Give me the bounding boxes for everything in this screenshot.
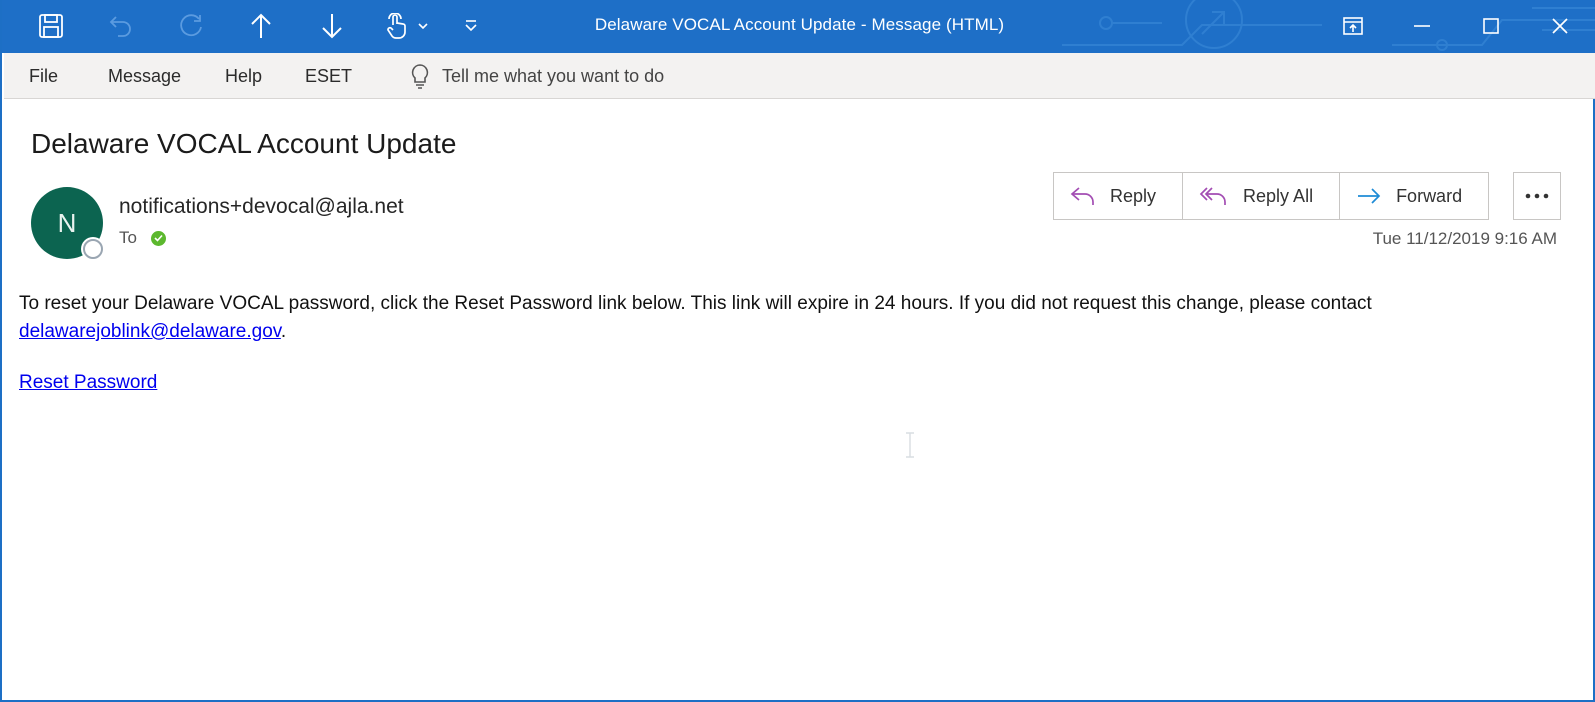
message-actions: Reply Reply All Forward — [1053, 172, 1490, 220]
more-actions-button[interactable] — [1513, 172, 1561, 220]
sender-address[interactable]: notifications+devocal@ajla.net — [119, 195, 404, 219]
menu-bar: File Message Help ESET Tell me what you … — [4, 53, 1595, 99]
ellipsis-icon — [1525, 193, 1549, 199]
menu-file[interactable]: File — [29, 66, 58, 87]
message-subject: Delaware VOCAL Account Update — [31, 128, 457, 159]
menu-help[interactable]: Help — [225, 66, 262, 87]
body-paragraph: To reset your Delaware VOCAL password, c… — [19, 293, 1372, 314]
maximize-icon[interactable] — [1471, 8, 1511, 44]
lightbulb-icon — [411, 64, 429, 89]
tell-me-search[interactable]: Tell me what you want to do — [410, 62, 664, 90]
avatar-initial: N — [57, 207, 77, 238]
reply-all-label: Reply All — [1243, 185, 1314, 206]
presence-status-icon — [83, 239, 103, 259]
forward-label: Forward — [1396, 185, 1463, 206]
forward-button[interactable]: Forward — [1340, 173, 1488, 219]
reply-label: Reply — [1110, 185, 1157, 206]
reset-password-link[interactable]: Reset Password — [19, 372, 157, 394]
contact-email-link[interactable]: delawarejoblink@delaware.gov — [19, 321, 281, 342]
received-date: Tue 11/12/2019 9:16 AM — [1372, 229, 1557, 248]
message-body: To reset your Delaware VOCAL password, c… — [19, 290, 1559, 346]
reply-all-icon — [1199, 187, 1226, 205]
verified-check-icon — [150, 230, 166, 246]
outlook-message-window: Delaware VOCAL Account Update - Message … — [0, 0, 1595, 702]
forward-icon — [1358, 188, 1381, 204]
to-label: To — [119, 228, 137, 247]
tell-me-placeholder: Tell me what you want to do — [442, 65, 665, 86]
close-icon[interactable] — [1540, 8, 1580, 44]
text-cursor-icon — [906, 432, 914, 458]
body-period: . — [280, 321, 287, 342]
menu-eset[interactable]: ESET — [305, 66, 352, 87]
reply-icon — [1070, 187, 1094, 205]
recipient-line: To — [119, 228, 166, 248]
menu-message[interactable]: Message — [108, 66, 181, 87]
minimize-icon[interactable] — [1402, 8, 1442, 44]
reply-all-button[interactable]: Reply All — [1183, 173, 1341, 219]
restore-ribbon-icon[interactable] — [1333, 8, 1373, 44]
reply-button[interactable]: Reply — [1054, 173, 1184, 219]
title-bar: Delaware VOCAL Account Update - Message … — [2, 0, 1595, 53]
